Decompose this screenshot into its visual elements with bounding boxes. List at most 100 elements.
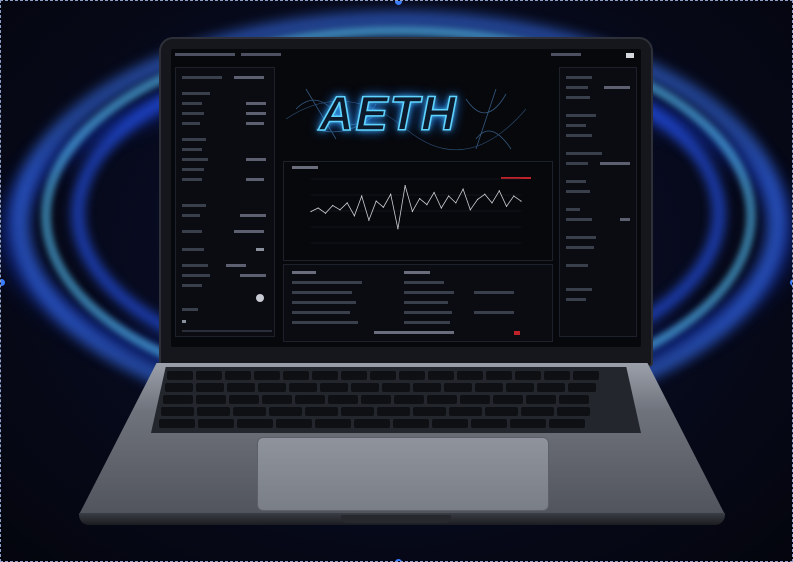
- keyboard-key: [165, 383, 193, 392]
- chart-point: [353, 215, 356, 217]
- laptop-lid: AETH: [159, 37, 653, 367]
- aeth-logo: AETH: [318, 87, 458, 142]
- chart-series-line: [310, 185, 522, 229]
- keyboard: [151, 367, 641, 433]
- keyboard-key: [493, 395, 523, 404]
- keyboard-key: [428, 371, 454, 380]
- toggle-knob: [256, 294, 264, 302]
- chart-point: [433, 191, 435, 194]
- keyboard-key: [413, 407, 446, 416]
- status-indicator: [514, 331, 520, 335]
- keyboard-key: [295, 395, 325, 404]
- keyboard-key: [196, 371, 222, 380]
- keyboard-key: [196, 383, 224, 392]
- chart-point: [513, 195, 515, 197]
- keyboard-key: [225, 371, 251, 380]
- keyboard-key: [471, 419, 507, 428]
- keyboard-key: [312, 371, 338, 380]
- keyboard-key: [283, 371, 309, 380]
- chart-point: [440, 207, 442, 209]
- keyboard-key: [486, 371, 512, 380]
- keyboard-key: [510, 419, 546, 428]
- keyboard-key: [197, 407, 230, 416]
- keyboard-key: [432, 419, 468, 428]
- chart-point: [368, 219, 370, 221]
- keyboard-key: [557, 407, 590, 416]
- chart-point: [462, 188, 464, 190]
- keyboard-key: [233, 407, 266, 416]
- left-panel: [175, 67, 275, 337]
- keyboard-key: [460, 395, 490, 404]
- chart-point: [397, 228, 399, 230]
- keyboard-key: [377, 407, 410, 416]
- photo-scene: AETH: [0, 0, 793, 562]
- keyboard-key: [549, 419, 585, 428]
- chart-point: [324, 212, 327, 214]
- keyboard-key: [393, 419, 429, 428]
- keyboard-key: [167, 371, 193, 380]
- chart-point: [520, 200, 522, 202]
- keyboard-key: [361, 395, 391, 404]
- keyboard-key: [305, 407, 338, 416]
- keyboard-key: [506, 383, 534, 392]
- data-table: [283, 264, 553, 342]
- keyboard-key: [229, 395, 259, 404]
- laptop-screen: AETH: [171, 49, 641, 347]
- chart-point: [404, 185, 406, 187]
- keyboard-key: [341, 407, 374, 416]
- chart-point: [332, 204, 334, 207]
- chart-point: [469, 209, 471, 211]
- chart-point: [505, 205, 508, 207]
- keyboard-key: [382, 383, 410, 392]
- chart-point: [419, 197, 421, 200]
- keyboard-key: [320, 383, 348, 392]
- keyboard-key: [399, 371, 425, 380]
- chart-point: [447, 195, 450, 197]
- lid-notch: [341, 515, 451, 523]
- keyboard-key: [444, 383, 472, 392]
- chart-point: [339, 209, 341, 211]
- keyboard-key: [568, 383, 596, 392]
- chart-point: [498, 190, 500, 192]
- chart-point: [411, 210, 413, 213]
- keyboard-key: [354, 419, 390, 428]
- keyboard-key: [413, 383, 441, 392]
- trackpad: [257, 437, 549, 511]
- keyboard-key: [370, 371, 396, 380]
- chart-point: [382, 206, 385, 208]
- keyboard-key: [227, 383, 255, 392]
- keyboard-key: [262, 395, 292, 404]
- keyboard-key: [163, 395, 193, 404]
- price-chart: [310, 178, 522, 244]
- keyboard-key: [328, 395, 358, 404]
- right-panel: [559, 67, 637, 337]
- keyboard-key: [394, 395, 424, 404]
- chart-point: [491, 202, 493, 204]
- keyboard-key: [544, 371, 570, 380]
- keyboard-key: [269, 407, 302, 416]
- keyboard-key: [198, 419, 234, 428]
- chart-point: [455, 202, 457, 204]
- chart-point: [310, 210, 312, 213]
- keyboard-key: [196, 395, 226, 404]
- keyboard-key: [475, 383, 503, 392]
- keyboard-key: [526, 395, 556, 404]
- keyboard-key: [515, 371, 541, 380]
- keyboard-key: [351, 383, 379, 392]
- keyboard-key: [559, 395, 589, 404]
- keyboard-key: [161, 407, 194, 416]
- keyboard-key: [573, 371, 599, 380]
- selection-handle[interactable]: [1, 279, 5, 286]
- keyboard-key: [159, 419, 195, 428]
- keyboard-key: [537, 383, 565, 392]
- keyboard-key: [341, 371, 367, 380]
- chart-point: [361, 195, 363, 197]
- keyboard-key: [449, 407, 482, 416]
- chart-point: [476, 198, 479, 201]
- chart-point: [426, 204, 428, 206]
- keyboard-key: [237, 419, 273, 428]
- chart-point: [484, 193, 486, 195]
- selection-handle[interactable]: [395, 1, 402, 5]
- chart-point: [375, 200, 377, 202]
- keyboard-key: [521, 407, 554, 416]
